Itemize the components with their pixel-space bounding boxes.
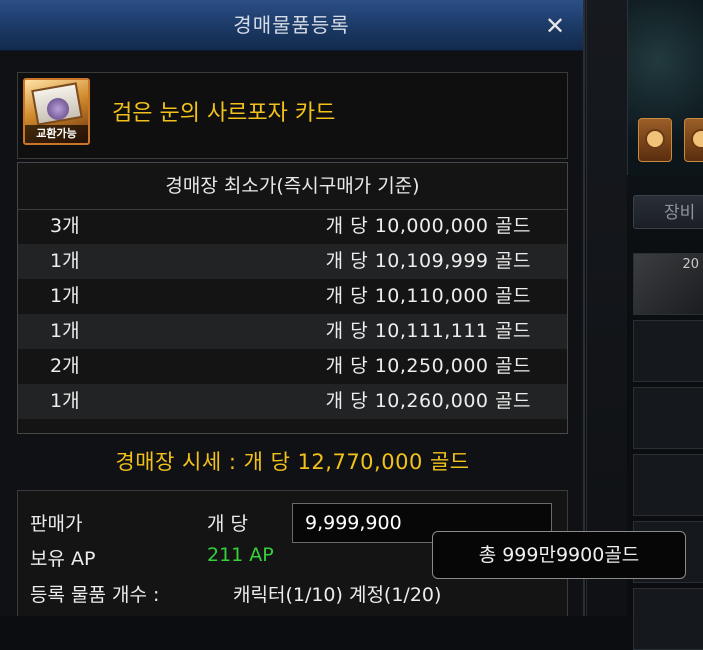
background-strip (586, 0, 627, 616)
inventory-slot[interactable] (633, 588, 703, 650)
equipment-tab[interactable]: 장비 (633, 195, 703, 229)
card-portrait (47, 98, 69, 120)
row-price: 개 당 10,110,000 골드 (325, 285, 531, 307)
row-quantity: 1개 (50, 285, 80, 307)
title-bar[interactable]: 경매물품등록 ✕ (0, 0, 583, 51)
coin-icon[interactable] (684, 118, 703, 162)
row-quantity: 1개 (50, 320, 80, 342)
coin-icon[interactable] (638, 118, 672, 162)
row-quantity: 1개 (50, 250, 80, 272)
sale-price-label: 판매가 (30, 513, 83, 535)
table-row: 1개 개 당 10,260,000 골드 (18, 384, 567, 419)
inventory-slot[interactable]: 20 (633, 253, 703, 315)
table-row: 1개 개 당 10,111,111 골드 (18, 314, 567, 349)
ap-value: 211 AP (207, 544, 274, 566)
row-price: 개 당 10,109,999 골드 (325, 250, 531, 272)
table-header: 경매장 최소가(즉시구매가 기준) (18, 163, 567, 210)
item-name: 검은 눈의 사르포자 카드 (112, 101, 336, 126)
lowest-price-table: 경매장 최소가(즉시구매가 기준) 3개 개 당 10,000,000 골드 1… (17, 162, 568, 434)
count-label: 등록 물품 개수 : (30, 584, 160, 606)
inventory-slot[interactable] (633, 320, 703, 382)
per-unit-label: 개 당 (207, 513, 248, 535)
row-quantity: 2개 (50, 355, 80, 377)
table-row: 3개 개 당 10,000,000 골드 (18, 209, 567, 244)
total-price-tooltip: 총 999만9900골드 (432, 531, 686, 579)
row-quantity: 1개 (50, 390, 80, 412)
row-price: 개 당 10,000,000 골드 (325, 215, 531, 237)
close-icon[interactable]: ✕ (541, 12, 569, 40)
row-price: 개 당 10,250,000 골드 (325, 355, 531, 377)
dialog-title: 경매물품등록 (233, 13, 350, 37)
row-price: 개 당 10,111,111 골드 (325, 320, 531, 342)
inventory-slot[interactable] (633, 454, 703, 516)
row-price: 개 당 10,260,000 골드 (325, 390, 531, 412)
ap-label: 보유 AP (30, 548, 96, 570)
market-price: 경매장 시세 : 개 당 12,770,000 골드 (115, 450, 470, 474)
table-row: 1개 개 당 10,109,999 골드 (18, 244, 567, 279)
row-quantity: 3개 (50, 215, 80, 237)
count-value: 캐릭터(1/10) 계정(1/20) (233, 584, 442, 606)
card-item-icon[interactable]: 교환가능 (23, 78, 90, 145)
inventory-slot[interactable] (633, 387, 703, 449)
table-row: 2개 개 당 10,250,000 골드 (18, 349, 567, 384)
table-row: 1개 개 당 10,110,000 골드 (18, 279, 567, 314)
slot-count: 20 (682, 257, 699, 272)
tradable-badge: 교환가능 (25, 125, 88, 143)
